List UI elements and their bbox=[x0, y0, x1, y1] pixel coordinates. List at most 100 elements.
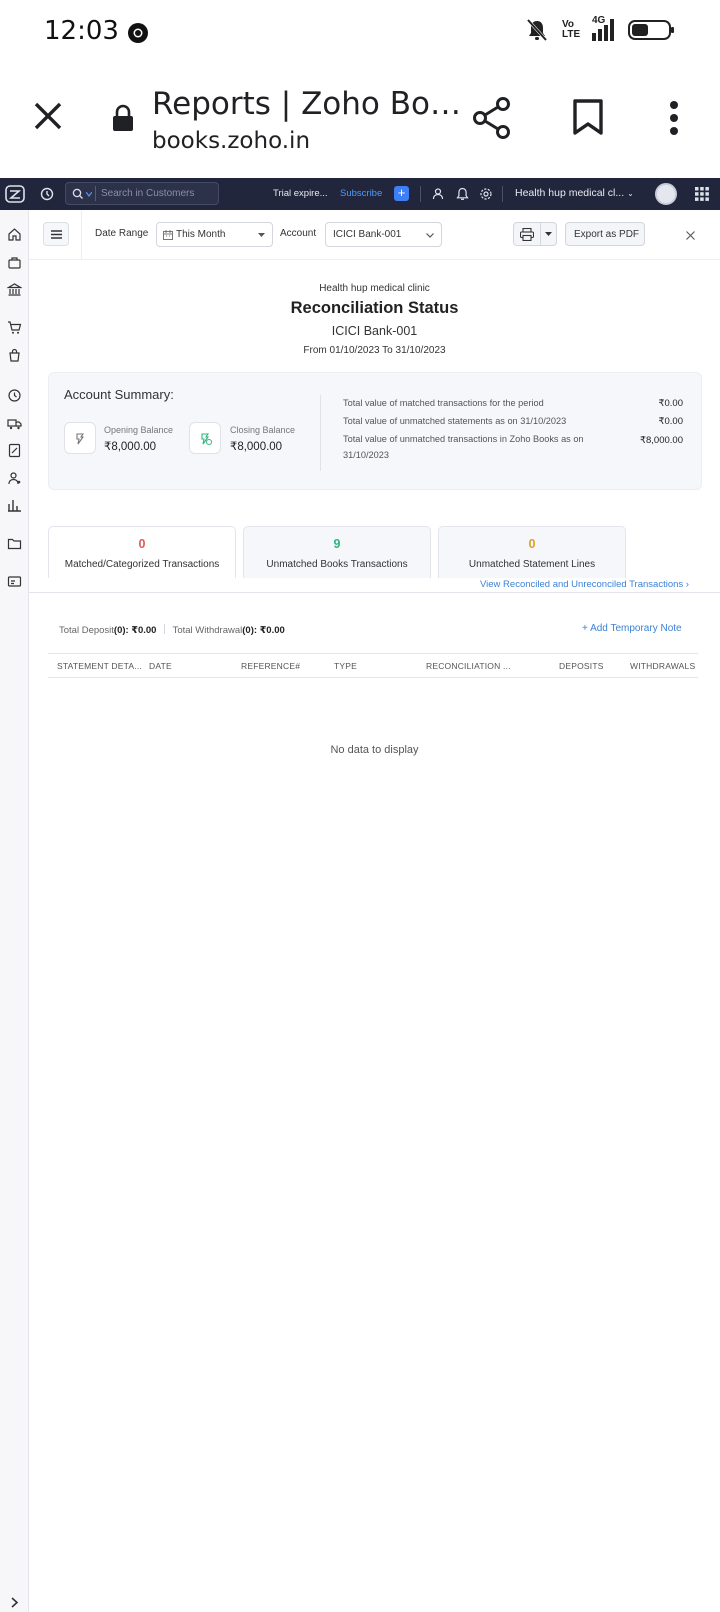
search-box[interactable]: Search in Customers bbox=[65, 182, 219, 205]
items-icon[interactable] bbox=[7, 255, 22, 270]
documents-folder-icon[interactable] bbox=[7, 536, 22, 551]
total-deposit-value: ₹0.00 bbox=[131, 625, 157, 636]
chrome-icon bbox=[128, 23, 148, 43]
lock-icon bbox=[113, 104, 133, 131]
total-deposit-count: (0): bbox=[113, 625, 129, 636]
column-header[interactable]: RECONCILIATION ... bbox=[426, 661, 511, 671]
caret-down-icon bbox=[545, 232, 552, 236]
tab-label: Matched/Categorized Transactions bbox=[64, 559, 220, 570]
organization-switcher[interactable]: Health hup medical cl... ⌄ bbox=[515, 187, 634, 199]
bookmark-icon[interactable] bbox=[572, 98, 604, 136]
column-header[interactable]: STATEMENT DETA... bbox=[57, 661, 142, 671]
signal-4g-icon: 4G bbox=[592, 15, 614, 41]
column-header[interactable]: DATE bbox=[149, 661, 172, 671]
empty-table-message: No data to display bbox=[330, 744, 419, 756]
expand-sidebar-icon[interactable] bbox=[7, 1595, 22, 1610]
recent-history-icon[interactable] bbox=[40, 187, 54, 201]
export-pdf-button[interactable]: Export as PDF bbox=[565, 222, 645, 246]
home-icon[interactable] bbox=[7, 227, 22, 242]
app-grid-icon[interactable] bbox=[695, 187, 709, 201]
trial-expired-text[interactable]: Trial expire... bbox=[273, 188, 328, 199]
report-filter-bar: Date Range This Month Account ICICI Bank… bbox=[29, 210, 720, 260]
apps-card-icon[interactable] bbox=[7, 574, 22, 589]
account-label: Account bbox=[280, 228, 317, 239]
column-header[interactable]: TYPE bbox=[334, 661, 357, 671]
totals-summary: Total Deposit(0): ₹0.00 Total Withdrawal… bbox=[59, 624, 285, 636]
chevron-down-icon[interactable] bbox=[86, 192, 92, 197]
time-tracking-icon[interactable] bbox=[7, 388, 22, 403]
filter-divider bbox=[81, 210, 82, 260]
search-icon[interactable] bbox=[72, 188, 84, 200]
tab-label: Unmatched Statement Lines bbox=[468, 559, 596, 570]
network-label: 4G bbox=[592, 15, 606, 26]
gear-icon[interactable] bbox=[479, 187, 493, 201]
opening-balance-label: Opening Balance bbox=[104, 425, 174, 435]
tab-matched-transactions[interactable]: 0 Matched/Categorized Transactions bbox=[48, 526, 236, 578]
account-select[interactable]: ICICI Bank-001 bbox=[325, 222, 442, 247]
nav-divider bbox=[502, 186, 503, 202]
closing-balance-label: Closing Balance bbox=[230, 425, 296, 435]
tab-unmatched-statement-lines[interactable]: 0 Unmatched Statement Lines bbox=[438, 526, 626, 578]
purchases-bag-icon[interactable] bbox=[7, 348, 22, 363]
mute-icon bbox=[526, 18, 548, 42]
total-deposit-label: Total Deposit bbox=[59, 625, 114, 636]
date-range-value: This Month bbox=[176, 229, 226, 240]
reports-chart-icon[interactable] bbox=[7, 498, 22, 513]
total-withdrawal-label: Total Withdrawal bbox=[172, 625, 243, 636]
organization-name: Health hup medical clinic bbox=[319, 283, 430, 294]
account-summary-card: Account Summary: Opening Balance ₹8,000.… bbox=[48, 372, 702, 490]
add-temporary-note-link[interactable]: + Add Temporary Note bbox=[582, 623, 682, 634]
share-icon[interactable] bbox=[472, 97, 512, 139]
column-header[interactable]: WITHDRAWALS bbox=[630, 661, 695, 671]
sales-cart-icon[interactable] bbox=[7, 320, 22, 335]
close-icon[interactable] bbox=[33, 101, 63, 131]
total-withdrawal-value: ₹0.00 bbox=[259, 625, 285, 636]
battery-icon bbox=[628, 20, 674, 40]
account-value: ICICI Bank-001 bbox=[333, 229, 402, 240]
tab-unmatched-books-transactions[interactable]: 9 Unmatched Books Transactions bbox=[243, 526, 431, 578]
browser-toolbar: Reports | Zoho Bo… books.zoho.in bbox=[0, 66, 720, 176]
closing-balance-value: ₹8,000.00 bbox=[230, 441, 283, 453]
quick-create-button[interactable]: + bbox=[394, 186, 409, 201]
tab-count: 0 bbox=[528, 537, 536, 551]
date-range-select[interactable]: This Month bbox=[156, 222, 273, 247]
accountant-icon[interactable] bbox=[7, 443, 22, 458]
chevron-down-icon: ⌄ bbox=[627, 189, 634, 198]
table-header: STATEMENT DETA... DATE REFERENCE# TYPE R… bbox=[48, 653, 698, 678]
subscribe-link[interactable]: Subscribe bbox=[340, 188, 382, 199]
banking-icon[interactable] bbox=[7, 282, 22, 297]
total-withdrawal-count: (0): bbox=[242, 625, 258, 636]
opening-balance-icon bbox=[64, 422, 96, 454]
column-header[interactable]: DEPOSITS bbox=[559, 661, 604, 671]
app-top-nav: Search in Customers Trial expire... Subs… bbox=[0, 178, 720, 210]
chevron-down-icon bbox=[426, 233, 434, 238]
opening-balance-value: ₹8,000.00 bbox=[104, 441, 157, 453]
bell-icon[interactable] bbox=[456, 187, 469, 201]
print-button[interactable] bbox=[513, 222, 557, 246]
status-bar: 12:03 Vo LTE 4G bbox=[0, 0, 720, 66]
avatar[interactable] bbox=[655, 183, 677, 205]
eway-bill-icon[interactable] bbox=[7, 416, 22, 431]
contacts-icon[interactable] bbox=[7, 471, 22, 486]
calendar-icon bbox=[163, 230, 173, 240]
users-icon[interactable] bbox=[432, 187, 446, 201]
summary-row-label: Total value of matched transactions for … bbox=[343, 398, 544, 408]
search-input[interactable]: Search in Customers bbox=[101, 188, 194, 199]
sidebar bbox=[0, 210, 29, 1612]
summary-row-label: Total value of unmatched statements as o… bbox=[343, 416, 567, 426]
close-report-icon[interactable] bbox=[686, 231, 695, 240]
date-range-label: Date Range bbox=[95, 228, 149, 239]
volte-icon: Vo LTE bbox=[562, 19, 581, 40]
organization-name: Health hup medical cl... bbox=[515, 187, 625, 199]
more-vert-icon[interactable] bbox=[668, 100, 680, 136]
summary-divider bbox=[320, 395, 321, 471]
export-pdf-label: Export as PDF bbox=[574, 229, 640, 240]
status-time: 12:03 bbox=[44, 16, 119, 46]
view-reconciled-link[interactable]: View Reconciled and Unreconciled Transac… bbox=[480, 579, 689, 590]
column-header[interactable]: REFERENCE# bbox=[241, 661, 300, 671]
page-url: books.zoho.in bbox=[152, 128, 311, 154]
report-menu-button[interactable] bbox=[43, 222, 69, 246]
account-summary-title: Account Summary: bbox=[64, 387, 174, 402]
zoho-books-logo-icon[interactable] bbox=[5, 185, 25, 203]
tab-label: Unmatched Books Transactions bbox=[266, 559, 408, 570]
